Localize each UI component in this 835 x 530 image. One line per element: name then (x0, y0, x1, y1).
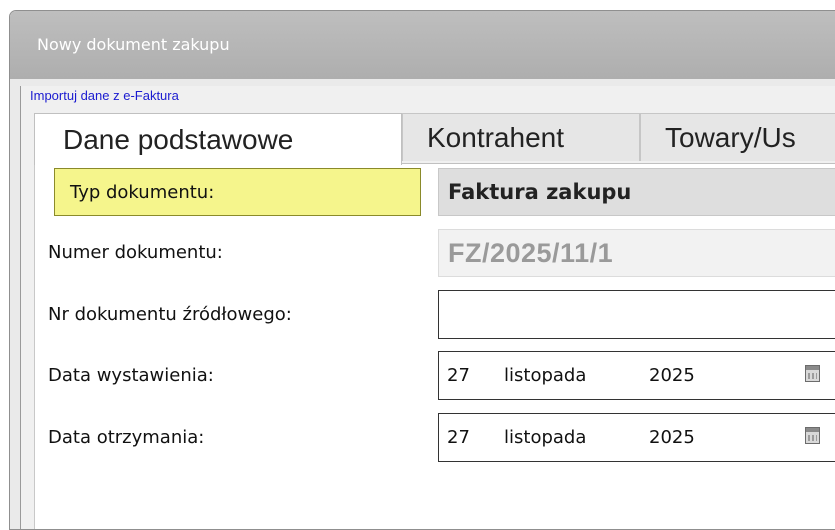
doc-type-select[interactable]: Faktura zakupu (438, 168, 835, 216)
calendar-icon[interactable] (805, 427, 820, 444)
window-content: Importuj dane z e-Faktura Dane podstawow… (20, 86, 835, 529)
doc-number-label: Numer dokumentu: (48, 242, 223, 263)
tab-goods-services[interactable]: Towary/Us (640, 113, 835, 161)
source-number-label: Nr dokumentu źródłowego: (48, 304, 292, 325)
receipt-date-year[interactable]: 2025 (649, 427, 695, 448)
window-titlebar[interactable]: Nowy dokument zakupu (10, 11, 835, 79)
issue-date-picker[interactable]: 27 listopada 2025 (438, 351, 835, 400)
receipt-date-picker[interactable]: 27 listopada 2025 (438, 413, 835, 462)
issue-date-label: Data wystawienia: (48, 365, 214, 386)
basic-data-panel: Typ dokumentu: Faktura zakupu Numer doku… (34, 163, 835, 529)
issue-date-day[interactable]: 27 (447, 365, 470, 386)
window-title: Nowy dokument zakupu (37, 35, 230, 54)
source-number-input[interactable] (438, 290, 835, 339)
receipt-date-day[interactable]: 27 (447, 427, 470, 448)
receipt-date-label: Data otrzymania: (48, 427, 205, 448)
issue-date-year[interactable]: 2025 (649, 365, 695, 386)
receipt-date-month[interactable]: listopada (504, 427, 586, 448)
doc-number-field: FZ/2025/11/1 (438, 229, 835, 277)
issue-date-month[interactable]: listopada (504, 365, 586, 386)
purchase-document-window: Nowy dokument zakupu Importuj dane z e-F… (9, 10, 835, 530)
tab-basic-data[interactable]: Dane podstawowe (34, 113, 402, 165)
import-efaktura-link[interactable]: Importuj dane z e-Faktura (30, 88, 179, 103)
tab-contractor[interactable]: Kontrahent (402, 113, 640, 161)
doc-type-label: Typ dokumentu: (54, 168, 421, 216)
calendar-icon[interactable] (805, 365, 820, 382)
